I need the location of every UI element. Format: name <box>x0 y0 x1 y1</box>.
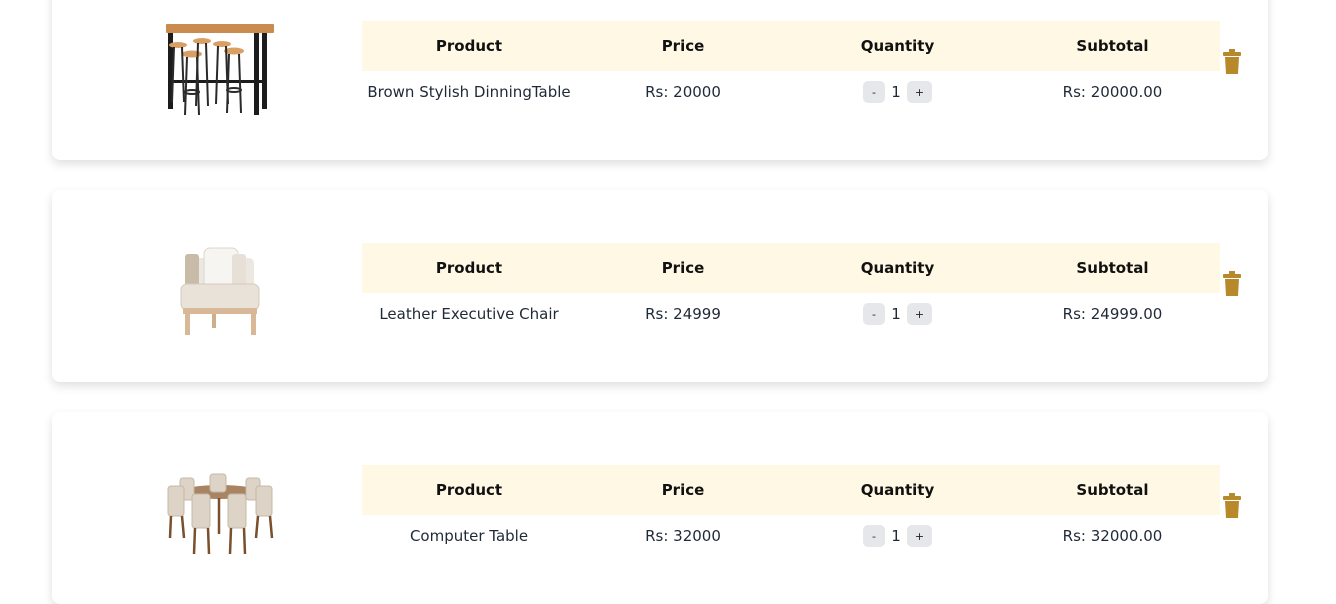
cart-item-card: Product Price Quantity Subtotal Leather … <box>52 190 1268 382</box>
decrement-quantity-button[interactable]: - <box>863 525 885 547</box>
product-name: Computer Table <box>409 527 529 545</box>
quantity-value: 1 <box>891 83 901 101</box>
product-column-header: Product <box>362 243 576 293</box>
quantity-stepper: - 1 + <box>863 81 932 103</box>
product-subtotal: Rs: 20000.00 <box>1062 83 1163 101</box>
quantity-column-header: Quantity <box>790 465 1005 515</box>
product-price: Rs: 32000 <box>645 527 721 545</box>
cart-item-card: Product Price Quantity Subtotal Brown St… <box>52 0 1268 160</box>
subtotal-column-header: Subtotal <box>1005 465 1220 515</box>
product-subtotal: Rs: 32000.00 <box>1062 527 1163 545</box>
product-name: Brown Stylish DinningTable <box>367 83 571 101</box>
quantity-column-header: Quantity <box>790 21 1005 71</box>
table-row: Computer Table Rs: 32000 - 1 + Rs: 32000… <box>362 515 1220 557</box>
price-column-header: Price <box>576 243 790 293</box>
product-name: Leather Executive Chair <box>379 305 559 323</box>
quantity-value: 1 <box>891 305 901 323</box>
cart-item-table: Product Price Quantity Subtotal Brown St… <box>362 21 1220 113</box>
subtotal-column-header: Subtotal <box>1005 243 1220 293</box>
cart-item-table: Product Price Quantity Subtotal Leather … <box>362 243 1220 335</box>
product-image <box>162 20 278 120</box>
quantity-column-header: Quantity <box>790 243 1005 293</box>
increment-quantity-button[interactable]: + <box>907 81 932 103</box>
price-column-header: Price <box>576 465 790 515</box>
quantity-cell: - 1 + <box>790 71 1005 113</box>
quantity-stepper: - 1 + <box>863 303 932 325</box>
dining-set-image <box>167 473 274 555</box>
trash-icon[interactable] <box>1222 49 1242 75</box>
product-column-header: Product <box>362 465 576 515</box>
cart-item-card: Product Price Quantity Subtotal Computer… <box>52 412 1268 604</box>
quantity-value: 1 <box>891 527 901 545</box>
cart-item-table: Product Price Quantity Subtotal Computer… <box>362 465 1220 557</box>
increment-quantity-button[interactable]: + <box>907 303 932 325</box>
table-row: Leather Executive Chair Rs: 24999 - 1 + … <box>362 293 1220 335</box>
quantity-cell: - 1 + <box>790 515 1005 557</box>
cushioned-chair-image <box>180 247 260 335</box>
bar-table-stools-image <box>166 24 274 116</box>
quantity-cell: - 1 + <box>790 293 1005 335</box>
table-header-row: Product Price Quantity Subtotal <box>362 21 1220 71</box>
decrement-quantity-button[interactable]: - <box>863 303 885 325</box>
product-subtotal: Rs: 24999.00 <box>1062 305 1163 323</box>
price-column-header: Price <box>576 21 790 71</box>
trash-icon[interactable] <box>1222 271 1242 297</box>
product-image <box>162 242 278 342</box>
subtotal-column-header: Subtotal <box>1005 21 1220 71</box>
product-price: Rs: 20000 <box>645 83 721 101</box>
table-row: Brown Stylish DinningTable Rs: 20000 - 1… <box>362 71 1220 113</box>
quantity-stepper: - 1 + <box>863 525 932 547</box>
trash-icon[interactable] <box>1222 493 1242 519</box>
table-header-row: Product Price Quantity Subtotal <box>362 243 1220 293</box>
table-header-row: Product Price Quantity Subtotal <box>362 465 1220 515</box>
product-column-header: Product <box>362 21 576 71</box>
product-image <box>162 464 278 564</box>
product-price: Rs: 24999 <box>645 305 721 323</box>
decrement-quantity-button[interactable]: - <box>863 81 885 103</box>
increment-quantity-button[interactable]: + <box>907 525 932 547</box>
